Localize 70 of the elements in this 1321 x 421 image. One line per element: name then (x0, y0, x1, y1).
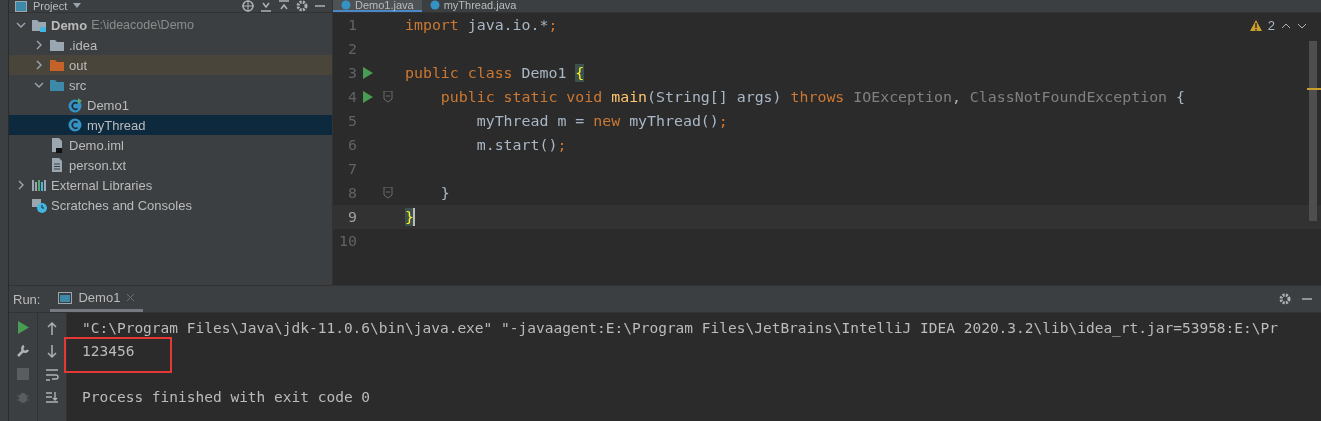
target-icon[interactable] (242, 0, 254, 12)
panel-title[interactable]: Project (33, 0, 68, 12)
chevron-down-icon[interactable] (1297, 21, 1307, 30)
run-icon[interactable] (362, 91, 374, 103)
settings-icon[interactable] (1279, 293, 1291, 305)
line-number: 4 (347, 88, 357, 106)
tree-item[interactable]: Demo E:\ideacode\Demo (9, 15, 332, 35)
scrollbar[interactable] (1309, 41, 1317, 221)
warning-count: 2 (1267, 18, 1275, 33)
console-line: Process finished with exit code 0 (82, 388, 371, 407)
tree-item[interactable]: Demo1 (9, 95, 332, 115)
line-number: 3 (347, 64, 357, 82)
file-icon (49, 137, 65, 153)
run-icon[interactable] (362, 67, 374, 79)
line-number: 6 (347, 136, 357, 154)
folder-icon (49, 57, 65, 73)
path-label: E:\ideacode\Demo (91, 18, 194, 32)
warning-icon (1249, 20, 1262, 31)
code-line: } (439, 184, 450, 202)
wrench-icon[interactable] (16, 344, 30, 358)
scratches-icon (31, 197, 47, 213)
code-line: myThread m = new myThread(); (475, 112, 728, 130)
fold-icon[interactable] (383, 91, 393, 103)
chevron-up-icon[interactable] (1281, 21, 1291, 30)
run-icon[interactable] (17, 321, 29, 334)
libraries-icon (31, 177, 47, 193)
arrow-up-icon[interactable] (47, 321, 57, 335)
soft-wrap-icon[interactable] (45, 369, 59, 381)
file-tab[interactable]: Demo1.java (333, 0, 422, 12)
class-icon (429, 0, 440, 10)
code-line: public static void main(String[] args) throws IOException, ClassNotFoundException { (439, 88, 1186, 106)
run-tab[interactable]: Demo1 (50, 286, 144, 312)
folder-icon (49, 37, 65, 53)
panel-label: Run: (13, 291, 41, 307)
console-line: "C:\Program Files\Java\jdk-11.0.6\bin\java.exe" "-javaagent:E:\Program Files\JetBrains\IntelliJ IDEA 2020.3.2\lib\idea_rt.jar=53958:E:\Pr (82, 319, 1278, 339)
tree-item[interactable]: myThread (9, 115, 332, 135)
module-folder-icon (31, 17, 47, 33)
arrow-down-icon[interactable] (47, 345, 57, 359)
tree-item[interactable]: person.txt (9, 155, 332, 175)
scroll-to-end-icon[interactable] (45, 391, 59, 403)
code-line: public class Demo1 { (404, 64, 585, 82)
tree-item[interactable]: src (9, 75, 332, 95)
text-file-icon (49, 157, 65, 173)
tree-item[interactable]: Scratches and Consoles (9, 195, 332, 215)
line-number: 9 (347, 208, 357, 226)
tree-item[interactable]: Demo.iml (9, 135, 332, 155)
warning-marker[interactable] (1307, 88, 1321, 90)
class-icon (341, 0, 351, 10)
line-number: 8 (347, 184, 357, 202)
tree-item[interactable]: External Libraries (9, 175, 332, 195)
line-number: 7 (347, 160, 357, 178)
panel-icon (15, 0, 27, 12)
code-line: import java.io.*; (404, 16, 558, 34)
class-run-icon (67, 97, 83, 113)
line-number: 10 (338, 232, 357, 250)
tree-item[interactable]: out (9, 55, 332, 75)
console-icon (58, 291, 73, 304)
line-number: 5 (347, 112, 357, 130)
fold-icon[interactable] (383, 187, 393, 199)
collapse-all-icon[interactable] (260, 0, 272, 12)
code-line: m.start(); (475, 136, 567, 154)
caret-down-icon[interactable] (73, 3, 82, 9)
settings-icon[interactable] (296, 0, 308, 12)
class-icon (67, 117, 83, 133)
folder-icon (49, 77, 65, 93)
expand-all-icon[interactable] (278, 0, 290, 12)
line-number: 1 (347, 16, 357, 34)
tree-item[interactable]: .idea (9, 35, 332, 55)
file-tab[interactable]: myThread.java (421, 0, 525, 12)
line-number: 2 (347, 40, 357, 58)
